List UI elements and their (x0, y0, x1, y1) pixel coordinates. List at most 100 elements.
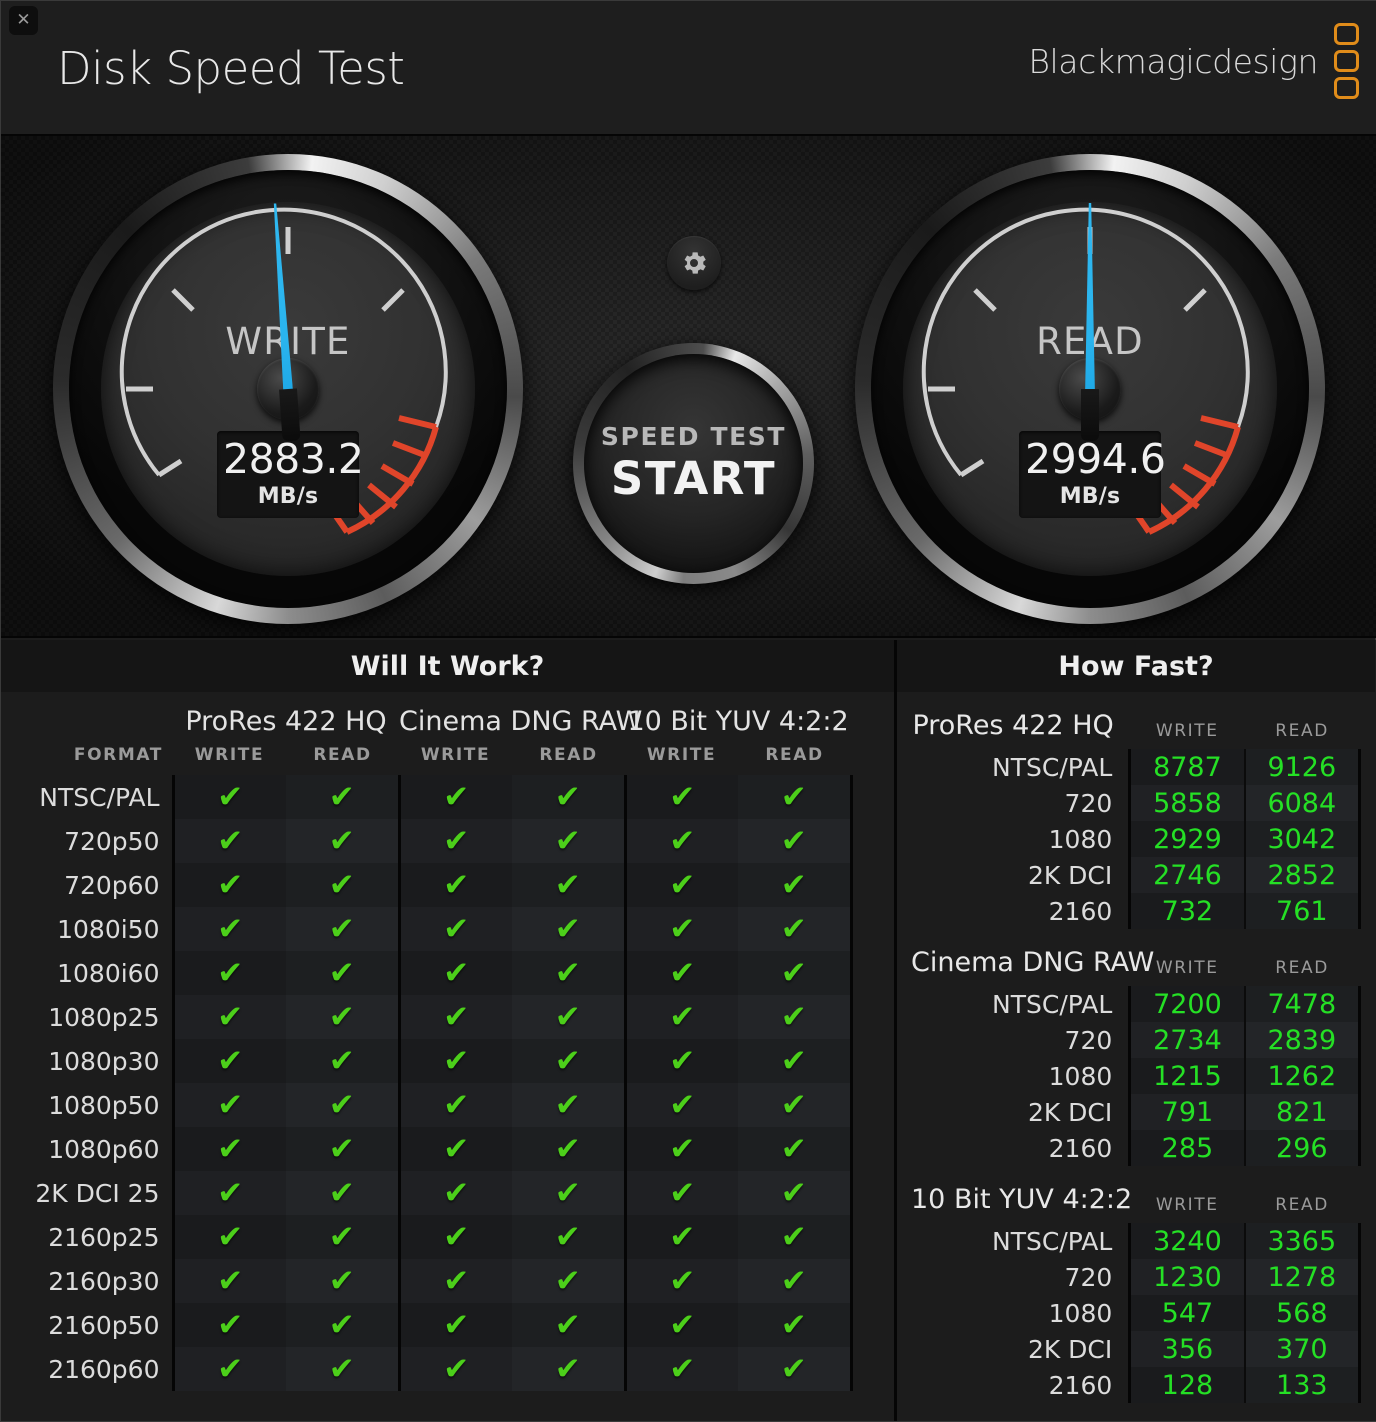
start-button-main-label: START (610, 452, 777, 505)
check-icon: ✔ (217, 998, 244, 1035)
write-speed-value: 1230 (1128, 1259, 1245, 1295)
sub-header-dng-write: WRITE (420, 745, 491, 765)
compatibility-cell: ✔ (623, 1303, 739, 1347)
group-header-prores: ProRes 422 HQ (185, 706, 387, 737)
write-speed-value: 2734 (1128, 1022, 1245, 1058)
format-label: 1080i60 (57, 958, 160, 988)
check-icon: ✔ (780, 1042, 807, 1079)
compatibility-cell: ✔ (738, 1083, 853, 1127)
compatibility-cell: ✔ (397, 1083, 513, 1127)
check-icon: ✔ (328, 1086, 355, 1123)
check-icon: ✔ (328, 822, 355, 859)
read-speed-value: 9126 (1243, 749, 1361, 785)
check-icon: ✔ (554, 1174, 581, 1211)
gear-icon[interactable] (667, 236, 721, 290)
check-icon: ✔ (780, 1174, 807, 1211)
row-spacer (851, 951, 894, 995)
check-icon: ✔ (554, 822, 581, 859)
check-icon: ✔ (554, 1218, 581, 1255)
resolution-label: 720 (1064, 1025, 1113, 1055)
check-icon: ✔ (328, 1218, 355, 1255)
compatibility-cell: ✔ (397, 819, 513, 863)
check-icon: ✔ (217, 1086, 244, 1123)
compatibility-cell: ✔ (738, 819, 853, 863)
check-icon: ✔ (554, 1042, 581, 1079)
group-header-yuv: 10 Bit YUV 4:2:2 (627, 706, 849, 737)
compatibility-cell: ✔ (171, 1259, 286, 1303)
check-icon: ✔ (217, 1042, 244, 1079)
resolution-label: 2160 (1048, 1370, 1113, 1400)
compatibility-cell: ✔ (171, 907, 286, 951)
write-speed-value: 356 (1128, 1331, 1245, 1367)
write-speed-value: 3240 (1128, 1223, 1245, 1259)
check-icon: ✔ (443, 1350, 470, 1387)
compatibility-cell: ✔ (512, 995, 626, 1039)
table-row: 720 1230 1278 (911, 1259, 1361, 1295)
compatibility-cell: ✔ (286, 775, 400, 819)
write-speed-value: 2929 (1128, 821, 1245, 857)
table-row: 1080i50 ✔ ✔ ✔ ✔ ✔ ✔ (1, 907, 894, 951)
write-speed-value: 791 (1128, 1094, 1245, 1130)
row-spacer (851, 1171, 894, 1215)
check-icon: ✔ (443, 1262, 470, 1299)
resolution-label: 1080 (1048, 824, 1113, 854)
sub-header-yuv-read: READ (765, 745, 824, 765)
compatibility-cell: ✔ (512, 907, 626, 951)
gauge-panel: WRITE 2883.2 MB/s (1, 134, 1376, 638)
check-icon: ✔ (217, 954, 244, 991)
speed-test-start-button[interactable]: SPEED TEST START (573, 343, 814, 584)
compatibility-cell: ✔ (623, 951, 739, 995)
resolution-label: 2K DCI (1027, 1097, 1113, 1127)
check-icon: ✔ (669, 1130, 696, 1167)
check-icon: ✔ (328, 866, 355, 903)
section-name: Cinema DNG RAW (911, 947, 1155, 978)
how-fast-section-header: ProRes 422 HQ WRITE READ (911, 692, 1360, 749)
will-it-work-title: Will It Work? (1, 640, 894, 692)
section-sub-header-read: READ (1275, 1195, 1329, 1215)
compatibility-cell: ✔ (623, 1127, 739, 1171)
table-row: 720p50 ✔ ✔ ✔ ✔ ✔ ✔ (1, 819, 894, 863)
compatibility-cell: ✔ (512, 1259, 626, 1303)
check-icon: ✔ (443, 1174, 470, 1211)
close-icon[interactable]: ✕ (9, 6, 38, 35)
format-label: NTSC/PAL (39, 782, 160, 812)
table-row: 720p60 ✔ ✔ ✔ ✔ ✔ ✔ (1, 863, 894, 907)
group-header-dng: Cinema DNG RAW (399, 706, 643, 737)
table-row: 1080p60 ✔ ✔ ✔ ✔ ✔ ✔ (1, 1127, 894, 1171)
sub-header-yuv-write: WRITE (646, 745, 717, 765)
check-icon: ✔ (443, 822, 470, 859)
write-speed-value: 8787 (1128, 749, 1245, 785)
resolution-label: NTSC/PAL (992, 1226, 1113, 1256)
table-row: NTSC/PAL ✔ ✔ ✔ ✔ ✔ ✔ (1, 775, 894, 819)
compatibility-cell: ✔ (738, 951, 853, 995)
check-icon: ✔ (443, 998, 470, 1035)
format-label: 2160p50 (48, 1310, 160, 1340)
check-icon: ✔ (443, 1218, 470, 1255)
table-row: 2160p60 ✔ ✔ ✔ ✔ ✔ ✔ (1, 1347, 894, 1391)
compatibility-cell: ✔ (171, 863, 286, 907)
check-icon: ✔ (669, 954, 696, 991)
compatibility-cell: ✔ (738, 1171, 853, 1215)
check-icon: ✔ (328, 778, 355, 815)
group-header-row: ProRes 422 HQ Cinema DNG RAW 10 Bit YUV … (1, 692, 894, 739)
compatibility-cell: ✔ (171, 1127, 286, 1171)
compatibility-cell: ✔ (286, 1083, 400, 1127)
read-speed-value: 370 (1243, 1331, 1361, 1367)
read-speed-value: 1262 (1243, 1058, 1361, 1094)
compatibility-cell: ✔ (512, 819, 626, 863)
compatibility-cell: ✔ (738, 1215, 853, 1259)
check-icon: ✔ (780, 1086, 807, 1123)
check-icon: ✔ (328, 954, 355, 991)
compatibility-cell: ✔ (171, 819, 286, 863)
resolution-label: 720 (1064, 788, 1113, 818)
check-icon: ✔ (554, 1306, 581, 1343)
read-speed-value: 821 (1243, 1094, 1361, 1130)
row-spacer (851, 1039, 894, 1083)
compatibility-cell: ✔ (286, 1215, 400, 1259)
table-row: 2K DCI 791 821 (911, 1094, 1361, 1130)
check-icon: ✔ (328, 1042, 355, 1079)
read-unit: MB/s (1059, 484, 1121, 509)
check-icon: ✔ (669, 1218, 696, 1255)
write-speed-value: 547 (1128, 1295, 1245, 1331)
gear-glyph (684, 252, 706, 274)
